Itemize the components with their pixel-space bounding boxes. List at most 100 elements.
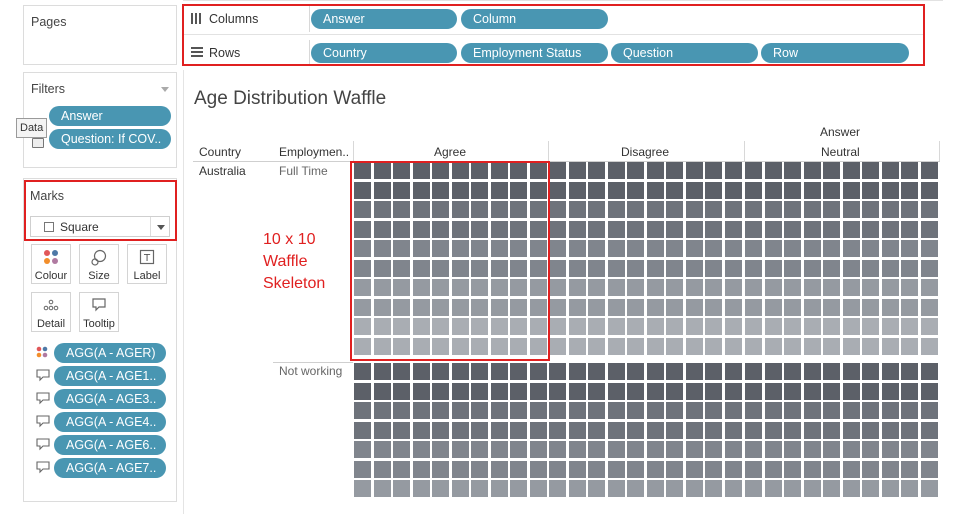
- waffle-square: [804, 221, 821, 238]
- waffle-square: [569, 318, 586, 335]
- waffle-square: [823, 383, 840, 400]
- waffle-square: [725, 338, 742, 355]
- waffle-square: [725, 363, 742, 380]
- marks-field-pill[interactable]: AGG(A - AGE6..: [54, 435, 166, 455]
- waffle-square: [882, 299, 899, 316]
- label-button[interactable]: T Label: [127, 244, 167, 284]
- waffle-square: [804, 182, 821, 199]
- waffle-square: [725, 240, 742, 257]
- marks-field-pill[interactable]: AGG(A - AGE7..: [54, 458, 166, 478]
- filter-pill-question[interactable]: Question: If COV..: [49, 129, 171, 149]
- waffle-square: [705, 441, 722, 458]
- waffle-square: [608, 240, 625, 257]
- waffle-square: [374, 422, 391, 439]
- waffle-square: [647, 162, 664, 179]
- waffle-square: [491, 402, 508, 419]
- waffle-square: [432, 363, 449, 380]
- marks-field-pill[interactable]: AGG(A - AGER): [54, 343, 166, 363]
- waffle-square: [647, 221, 664, 238]
- waffle-square: [413, 363, 430, 380]
- waffle-square: [686, 299, 703, 316]
- waffle-square: [745, 299, 762, 316]
- row-header-employment: Employmen..: [279, 145, 350, 159]
- waffle-square: [745, 422, 762, 439]
- waffle-square: [882, 162, 899, 179]
- filter-data-icon: [32, 138, 44, 148]
- waffle-square: [608, 338, 625, 355]
- waffle-square: [843, 279, 860, 296]
- waffle-square: [647, 279, 664, 296]
- size-button[interactable]: Size: [79, 244, 119, 284]
- waffle-square: [569, 201, 586, 218]
- waffle-square: [784, 383, 801, 400]
- shelf-top-divider: [183, 0, 943, 1]
- waffle-square: [862, 260, 879, 277]
- waffle-square: [666, 240, 683, 257]
- waffle-square: [627, 260, 644, 277]
- waffle-square: [393, 461, 410, 478]
- waffle-square: [823, 162, 840, 179]
- waffle-square: [745, 461, 762, 478]
- waffle-square: [882, 182, 899, 199]
- waffle-square: [725, 299, 742, 316]
- waffle-square: [393, 363, 410, 380]
- waffle-square: [901, 279, 918, 296]
- waffle-square: [705, 402, 722, 419]
- waffle-square: [686, 162, 703, 179]
- marks-field-pill[interactable]: AGG(A - AGE1..: [54, 366, 166, 386]
- waffle-square: [862, 221, 879, 238]
- waffle-square: [354, 480, 371, 497]
- chevron-down-icon[interactable]: [161, 87, 169, 92]
- waffle-square: [843, 363, 860, 380]
- waffle-square: [784, 480, 801, 497]
- waffle-square: [901, 318, 918, 335]
- waffle-square: [588, 162, 605, 179]
- waffle-square: [569, 480, 586, 497]
- waffle-square: [784, 461, 801, 478]
- waffle-square: [804, 201, 821, 218]
- waffle-square: [901, 221, 918, 238]
- waffle-square: [413, 441, 430, 458]
- waffle-square: [647, 338, 664, 355]
- waffle-square: [510, 363, 527, 380]
- waffle-square: [374, 383, 391, 400]
- waffle-square: [784, 299, 801, 316]
- marks-field-pill[interactable]: AGG(A - AGE4..: [54, 412, 166, 432]
- waffle-square: [823, 422, 840, 439]
- waffle-square: [804, 338, 821, 355]
- waffle-square: [530, 441, 547, 458]
- waffle-square: [627, 461, 644, 478]
- waffle-square: [921, 260, 938, 277]
- waffle-square: [647, 363, 664, 380]
- waffle-square: [843, 422, 860, 439]
- waffle-square: [588, 260, 605, 277]
- waffle-square: [549, 201, 566, 218]
- marks-field-pill[interactable]: AGG(A - AGE3..: [54, 389, 166, 409]
- waffle-square: [393, 480, 410, 497]
- waffle-square: [588, 318, 605, 335]
- waffle-square: [862, 162, 879, 179]
- waffle-square: [705, 182, 722, 199]
- waffle-square: [921, 240, 938, 257]
- waffle-square: [452, 441, 469, 458]
- waffle-square: [686, 422, 703, 439]
- waffle-square: [705, 318, 722, 335]
- waffle-square: [862, 182, 879, 199]
- waffle-square: [549, 240, 566, 257]
- annotation-line-3: Skeleton: [263, 275, 326, 292]
- tooltip-button[interactable]: Tooltip: [79, 292, 119, 332]
- waffle-square: [588, 240, 605, 257]
- waffle-square: [843, 318, 860, 335]
- filter-pill-answer[interactable]: Answer: [49, 106, 171, 126]
- waffle-square: [921, 182, 938, 199]
- waffle-highlight-box: [350, 161, 550, 361]
- colour-button[interactable]: Colour: [31, 244, 71, 284]
- detail-button[interactable]: Detail: [31, 292, 71, 332]
- waffle-square: [686, 279, 703, 296]
- waffle-square: [882, 240, 899, 257]
- waffle-square: [745, 162, 762, 179]
- waffle-square: [862, 402, 879, 419]
- svg-text:T: T: [143, 253, 151, 264]
- waffle-square: [862, 422, 879, 439]
- waffle-square: [921, 162, 938, 179]
